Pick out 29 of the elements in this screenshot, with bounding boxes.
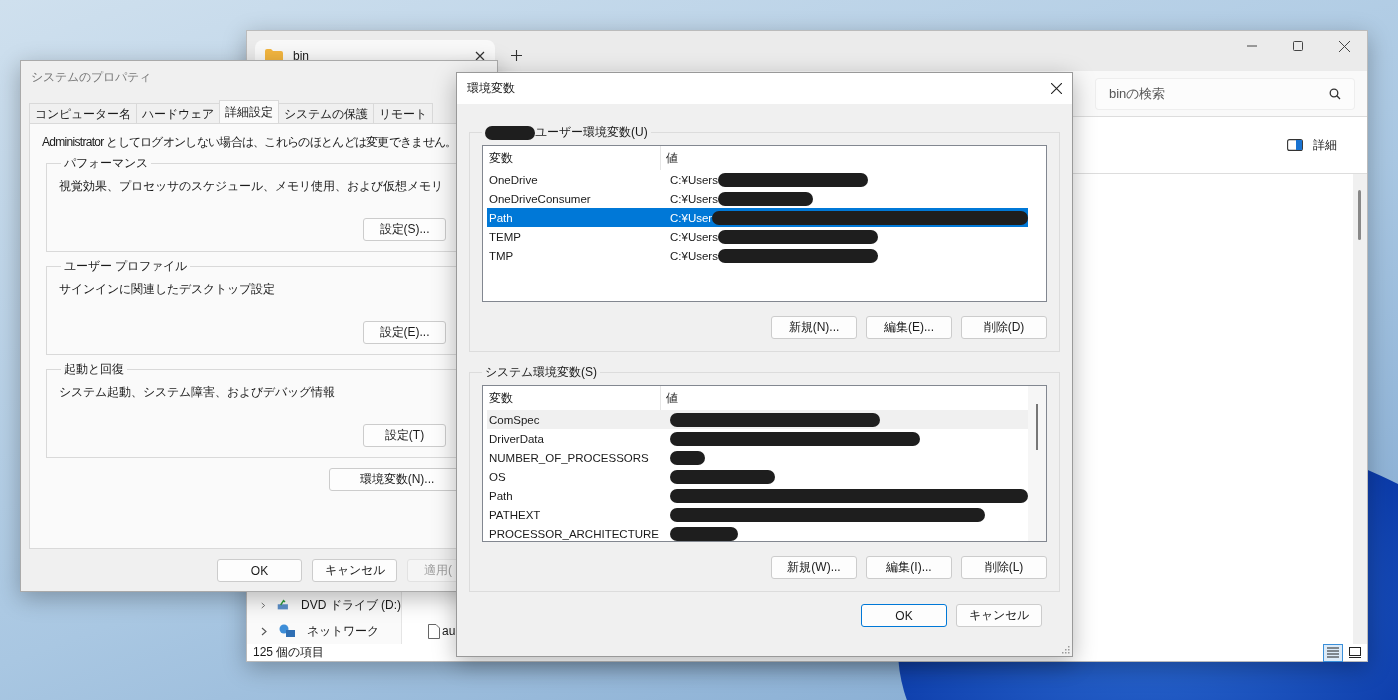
- notice-text: Administrator としてログオンしない場合は、これらのほとんどは変更できません。: [42, 134, 458, 151]
- item-count-text: 125 個の項目: [253, 644, 325, 661]
- group-title: 起動と回復: [63, 361, 125, 378]
- variable-name: TEMP: [488, 230, 522, 243]
- variable-value: C:¥Users: [670, 173, 718, 186]
- window-title: 環境変数: [467, 80, 515, 97]
- variable-name: PATHEXT: [488, 508, 542, 521]
- group-description: 視覚効果、プロセッサのスケジュール、メモリ使用、および仮想メモリ: [59, 178, 444, 195]
- window-title: システムのプロパティ: [31, 68, 151, 86]
- variable-name: ComSpec: [488, 413, 541, 426]
- variable-value: C:¥Users: [670, 249, 718, 262]
- variable-name: OneDriveConsumer: [488, 192, 592, 205]
- group-title: パフォーマンス: [63, 155, 149, 172]
- variable-name: DriverData: [488, 432, 545, 445]
- group-description: サインインに関連したデスクトップ設定: [59, 281, 276, 298]
- variable-name: PROCESSOR_ARCHITECTURE: [488, 527, 660, 540]
- variable-value: C:¥Users: [670, 192, 718, 205]
- variable-name: Path: [488, 489, 514, 502]
- group-title: ユーザー プロファイル: [63, 258, 189, 275]
- group-title: システム環境変数(S): [485, 364, 597, 381]
- variable-name: NUMBER_OF_PROCESSORS: [488, 451, 650, 464]
- group-title: ユーザー環境変数(U): [535, 124, 648, 141]
- variable-name: Path: [488, 211, 514, 224]
- variable-name: OneDrive: [488, 173, 539, 186]
- variable-name: OS: [488, 470, 507, 483]
- group-description: システム起動、システム障害、およびデバッグ情報: [59, 384, 336, 401]
- variable-name: TMP: [488, 249, 515, 262]
- variable-value: C:¥Users: [670, 230, 718, 243]
- variable-value: C:¥User: [670, 211, 713, 224]
